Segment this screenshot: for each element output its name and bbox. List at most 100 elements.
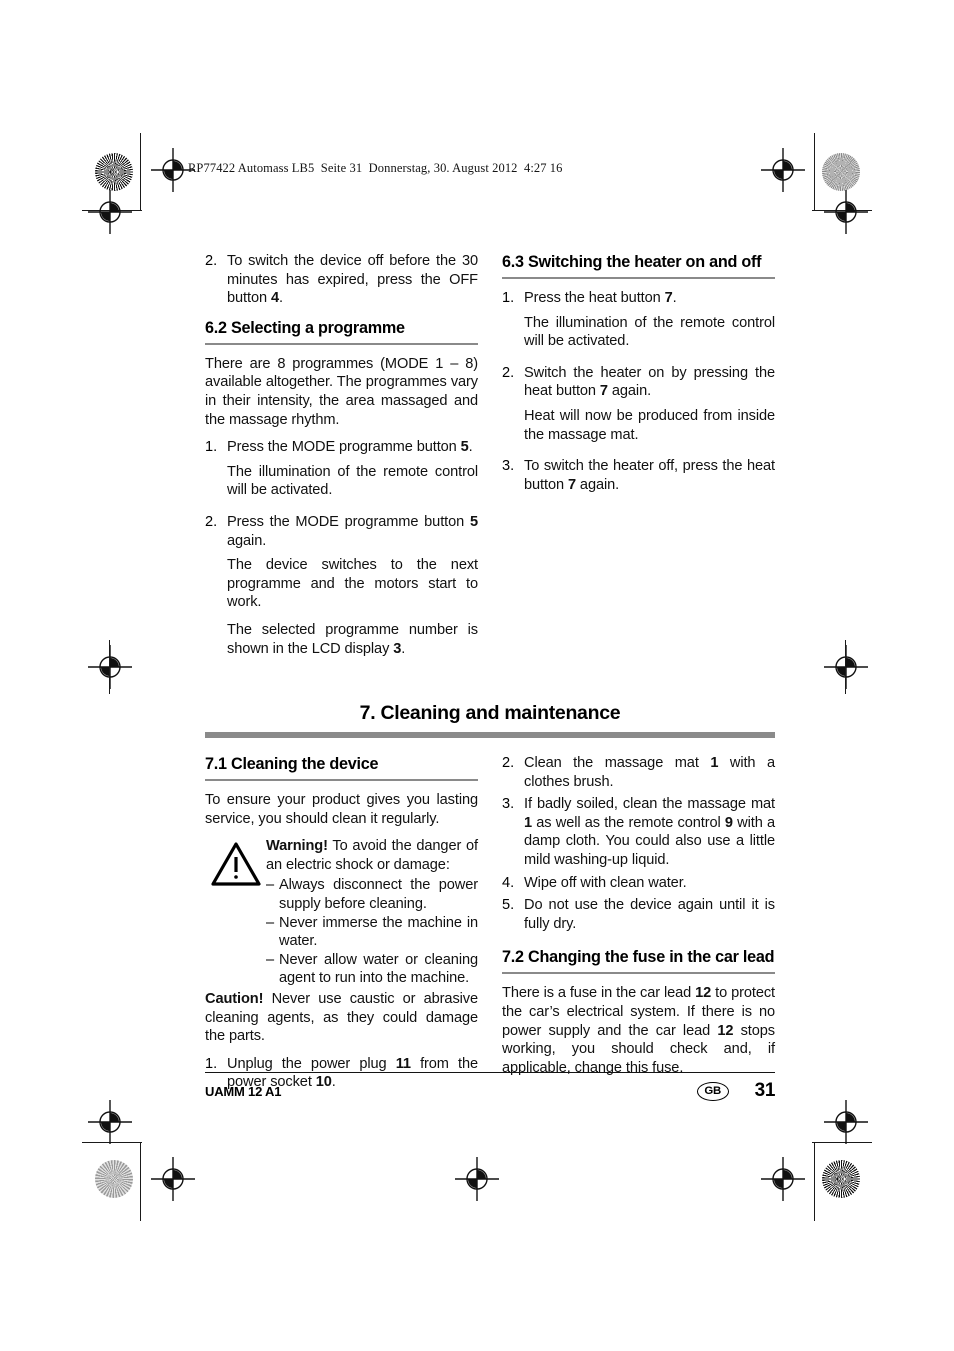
list-item-text: Do not use the device again until it is … [524, 897, 775, 932]
list-item-body: Wipe off with clean water. [524, 874, 775, 893]
list-item-text: To switch the device off before the 30 m… [227, 252, 478, 308]
text-run: Press the MODE programme button [227, 513, 470, 530]
list-item-number: 3. [502, 796, 515, 813]
continued-ordered-list: 2. To switch the device off before the 3… [205, 252, 478, 308]
list-item-number: 3. [502, 458, 515, 475]
text-run: Clean the massage mat [524, 755, 711, 772]
locale-badge: GB [696, 1081, 729, 1101]
list-item: 5. Do not use the device again until it … [502, 896, 775, 933]
dash-bullet: – [266, 951, 275, 968]
footer-rule [205, 1072, 775, 1074]
list-item: 1. Press the heat button 7. The illumina… [502, 289, 775, 360]
list-item-number: 2. [205, 253, 218, 269]
text-run: again. [227, 532, 267, 549]
list-item-body: To switch the heater off, press the heat… [524, 457, 775, 494]
text-run: Press the MODE programme button [227, 439, 461, 456]
part-reference: 9 [724, 814, 733, 831]
text-run: To switch the device off before the 30 m… [227, 253, 478, 307]
section-7-1-intro: To ensure your product gives you lasting… [205, 792, 478, 827]
list-item-text: Clean the massage mat 1 with a clothes b… [524, 754, 775, 791]
warning-triangle-icon [211, 842, 261, 886]
text-run: again. [575, 476, 620, 493]
text-run: . [278, 290, 283, 307]
text-run: as well as the remote control [532, 814, 725, 831]
list-item: 3. If badly soiled, clean the massage ma… [502, 795, 775, 869]
list-item-number: 2. [205, 513, 218, 530]
chapter-title: 7. Cleaning and maintenance [359, 702, 621, 725]
dash-list-item-text: Always disconnect the power supply befor… [279, 877, 478, 913]
list-item-number: 1. [205, 439, 218, 456]
lower-two-column-block: 7.1 Cleaning the device To ensure your p… [205, 754, 775, 1096]
text-run: . [672, 290, 677, 306]
footer-model-number: UAMM 12 A1 [205, 1083, 282, 1099]
text-run: There is a fuse in the car lead [502, 985, 696, 1002]
list-item-body: Clean the massage mat 1 with a clothes b… [524, 754, 775, 791]
page-footer: UAMM 12 A1 GB 31 [205, 1072, 775, 1102]
list-item-number: 1. [502, 290, 515, 306]
dash-list-item: – Never immerse the machine in water. [266, 914, 478, 951]
list-item-number: 5. [502, 897, 515, 914]
caution-label: Caution! [205, 991, 264, 1008]
section-6-2-intro: There are 8 programmes (MODE 1 – 8) avai… [205, 355, 478, 428]
list-item: 2. Clean the massage mat 1 with a clothe… [502, 754, 775, 791]
dash-bullet: – [266, 914, 275, 931]
part-reference: 7 [664, 290, 673, 306]
section-7-2-body: There is a fuse in the car lead 12 to pr… [502, 984, 775, 1077]
right-column-lower: 2. Clean the massage mat 1 with a clothe… [502, 754, 775, 1096]
part-reference: 7 [599, 383, 608, 400]
page-number: 31 [754, 1080, 776, 1102]
list-item-body: Do not use the device again until it is … [524, 896, 775, 933]
list-item-number: 2. [502, 755, 515, 772]
section-6-3-ordered-list: 1. Press the heat button 7. The illumina… [502, 289, 775, 494]
part-reference: 11 [395, 1055, 411, 1072]
list-item: 2. To switch the device off before the 3… [205, 252, 478, 308]
section-heading-6-2: 6.2 Selecting a programme [205, 318, 405, 337]
print-job-header: RP77422 Automass LB5 Seite 31 Donnerstag… [188, 161, 563, 175]
part-reference: 5 [460, 439, 469, 456]
warning-lead: Warning! To avoid the danger of an elect… [266, 837, 478, 874]
list-item-text: Switch the heater on by pressing the hea… [524, 364, 775, 401]
text-run: To switch the heater off, press the heat… [524, 458, 775, 493]
section-heading-6-3: 6.3 Switching the heater on and off [502, 253, 762, 271]
left-column-upper: 2. To switch the device off before the 3… [205, 252, 478, 671]
list-item: 1. Press the MODE programme button 5. Th… [205, 438, 478, 509]
left-column-lower: 7.1 Cleaning the device To ensure your p… [205, 754, 478, 1096]
list-item: 3. To switch the heater off, press the h… [502, 457, 775, 494]
list-item-number: 4. [502, 874, 515, 891]
cleaning-ordered-list: 2. Clean the massage mat 1 with a clothe… [502, 754, 775, 933]
list-item-text: If badly soiled, clean the massage mat 1… [524, 795, 775, 869]
dash-list-item-body: Never allow water or cleaning agent to r… [279, 951, 478, 988]
dash-list-item: – Always disconnect the power supply bef… [266, 876, 478, 913]
chapter-rule [205, 732, 775, 739]
list-item-body: Press the heat button 7. The illuminatio… [524, 289, 775, 360]
warning-block: Warning! To avoid the danger of an elect… [205, 837, 478, 988]
document-page: RP77422 Automass LB5 Seite 31 Donnerstag… [0, 0, 954, 1351]
warning-label: Warning! [266, 838, 328, 855]
section-rule [205, 779, 478, 782]
text-run: If badly soiled, clean the massage mat [524, 796, 775, 813]
part-reference: 12 [717, 1022, 734, 1039]
right-column-upper: 6.3 Switching the heater on and off 1. P… [502, 252, 775, 671]
part-reference: 12 [695, 985, 712, 1002]
list-item-text: Press the heat button 7. [524, 289, 775, 308]
dash-list-item-body: Never immerse the machine in water. [279, 914, 478, 951]
section-rule [205, 342, 478, 345]
part-reference: 4 [270, 290, 279, 307]
section-heading-7-1: 7.1 Cleaning the device [205, 755, 379, 774]
list-item-subtext: The illumination of the remote control w… [227, 463, 478, 499]
list-item-body: Switch the heater on by pressing the hea… [524, 364, 775, 453]
chapter-heading-block: 7. Cleaning and maintenance [205, 701, 775, 739]
section-rule [502, 972, 775, 975]
text-run: . [468, 439, 473, 456]
section-heading-7-2: 7.2 Changing the fuse in the car lead [502, 948, 775, 967]
dash-list-item: – Never allow water or cleaning agent to… [266, 951, 478, 988]
list-item-subtext-lcd: The selected programme number is shown i… [227, 621, 478, 657]
caution-paragraph: Caution! Never use caustic or abrasive c… [205, 990, 478, 1046]
upper-two-column-block: 2. To switch the device off before the 3… [205, 252, 775, 671]
section-6-2-ordered-list: 1. Press the MODE programme button 5. Th… [205, 438, 478, 667]
list-item-body: If badly soiled, clean the massage mat 1… [524, 795, 775, 869]
list-item-subtext: The illumination of the remote control w… [524, 314, 775, 350]
list-item-body: To switch the device off before the 30 m… [227, 252, 478, 308]
list-item-body: Press the MODE programme button 5. The i… [227, 438, 478, 509]
text-run: again. [607, 383, 652, 400]
